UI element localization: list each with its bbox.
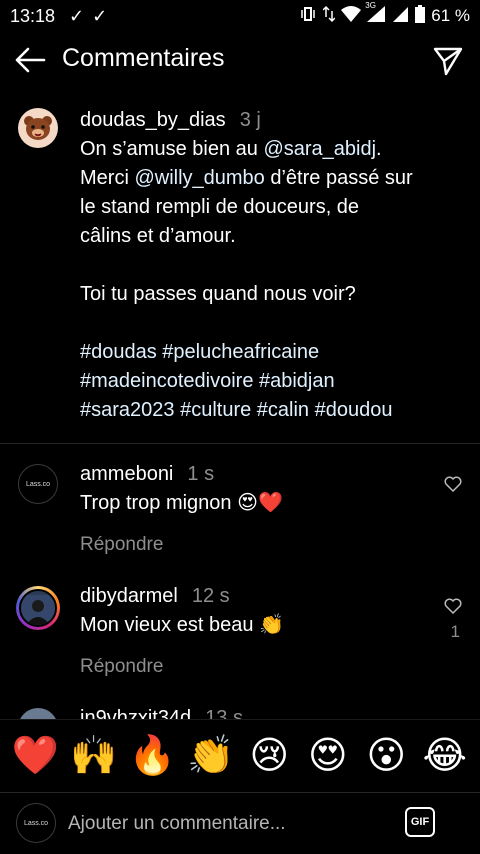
status-bar: 13:18 ✓ ✓ 3G 61 %	[0, 0, 480, 32]
caption-line: Toi tu passes quand nous voir?	[80, 283, 356, 305]
caption-line: Merci @willy_dumbo d’être passé sur	[80, 164, 460, 193]
status-time: 13:18	[10, 5, 56, 26]
emoji-clap-icon[interactable]: 👏	[187, 732, 235, 780]
share-send-icon[interactable]	[432, 44, 464, 76]
comment-text: Mon vieux est beau 👏	[80, 614, 284, 636]
caption-body: doudas_by_dias 3 j On s’amuse bien au @sa…	[80, 106, 460, 425]
battery-icon	[415, 4, 426, 28]
comment-text: Trop trop mignon 😍❤️	[80, 492, 283, 514]
top-app-bar: Commentaires	[0, 32, 480, 88]
comment-body: dibydarmel 12 s Mon vieux est beau 👏 Répo…	[80, 582, 420, 681]
comment-username[interactable]: dibydarmel	[80, 585, 178, 607]
network-type: 3G	[365, 0, 376, 10]
caption-text: On s’amuse bien au	[80, 138, 264, 160]
comment-body: ammeboni 1 s Trop trop mignon 😍❤️ Répondr…	[80, 460, 420, 559]
hashtag-line[interactable]: #madeincotedivoire #abidjan	[80, 367, 460, 396]
mention-link[interactable]: @willy_dumbo	[134, 167, 264, 189]
emoji-fire-icon[interactable]: 🔥	[128, 732, 176, 780]
emoji-raised-hands-icon[interactable]: 🙌	[70, 732, 118, 780]
emoji-laughing-icon[interactable]: 😂	[421, 732, 469, 780]
like-heart-icon[interactable]	[444, 598, 462, 615]
comment-item: in9vhzxit34d 13 s	[0, 704, 480, 720]
emoji-crying-icon[interactable]: 😢	[245, 732, 293, 780]
emoji-heart-eyes-icon[interactable]: 😍	[304, 732, 352, 780]
back-arrow-icon[interactable]	[14, 46, 46, 74]
divider	[0, 443, 480, 444]
avatar[interactable]: Lass.co	[18, 464, 58, 504]
page-title: Commentaires	[62, 44, 225, 72]
signal-icon-2	[393, 5, 409, 28]
vibrate-icon	[299, 5, 317, 28]
caption-username[interactable]: doudas_by_dias	[80, 109, 226, 131]
status-right: 3G 61 %	[299, 1, 470, 28]
avatar: Lass.co	[16, 803, 56, 843]
check-download-icon: ✓	[69, 5, 85, 26]
caption-line: On s’amuse bien au @sara_abidj.	[80, 135, 460, 164]
caption-line: câlins et d’amour.	[80, 225, 236, 247]
comment-input[interactable]: Ajouter un commentaire...	[68, 813, 286, 835]
caption-text: .	[376, 138, 382, 160]
signal-icon: 3G	[365, 1, 387, 28]
caption-line: le stand rempli de douceurs, de	[80, 196, 360, 218]
avatar	[19, 589, 57, 627]
caption-text: d’être passé sur	[264, 167, 413, 189]
like-heart-icon[interactable]	[444, 476, 462, 493]
comment-username[interactable]: ammeboni	[80, 463, 173, 485]
data-transfer-icon	[322, 5, 336, 28]
hashtag-line[interactable]: #sara2023 #culture #calin #doudou	[80, 396, 460, 425]
notification-icons: ✓ ✓	[69, 6, 107, 27]
reply-button[interactable]: Répondre	[80, 652, 420, 681]
bear-logo-icon	[24, 116, 52, 140]
comment-input-bar: Lass.co Ajouter un commentaire... GIF	[0, 792, 480, 854]
hashtag-line[interactable]: #doudas #pelucheafricaine	[80, 338, 460, 367]
avatar-story-ring[interactable]	[16, 586, 60, 630]
comment-body: in9vhzxit34d 13 s	[80, 704, 420, 720]
emoji-quick-bar: ❤️ 🙌 🔥 👏 😢 😍 😮 😂	[0, 719, 480, 791]
gif-button[interactable]: GIF	[405, 807, 435, 837]
reply-button[interactable]: Répondre	[80, 530, 420, 559]
caption-text: Merci	[80, 167, 135, 189]
like-count: 1	[450, 622, 460, 641]
emoji-heart-icon[interactable]: ❤️	[11, 732, 59, 780]
caption-time: 3 j	[239, 109, 261, 131]
emoji-surprised-icon[interactable]: 😮	[362, 732, 410, 780]
comment-time: 1 s	[187, 463, 215, 485]
battery-percent: 61 %	[431, 6, 470, 25]
comment-time: 12 s	[191, 585, 230, 607]
mention-link[interactable]: @sara_abidj	[263, 138, 376, 160]
check-download-icon: ✓	[92, 5, 108, 26]
wifi-icon	[341, 5, 362, 28]
avatar[interactable]	[18, 108, 58, 148]
